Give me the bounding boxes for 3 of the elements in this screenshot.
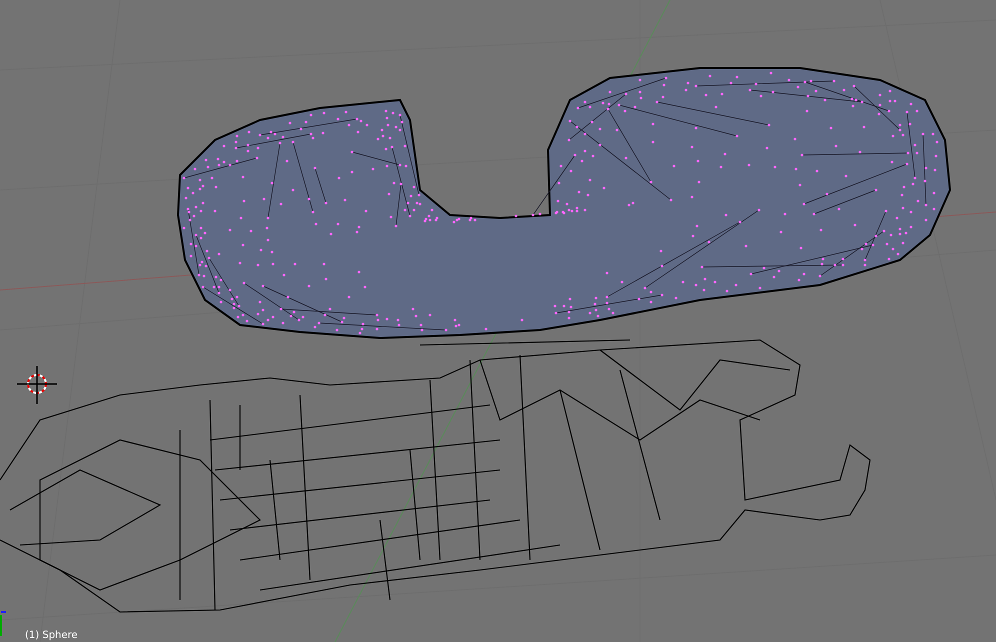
crosshair-icon xyxy=(17,366,57,404)
object-label: (1) Sphere xyxy=(25,629,78,642)
axis-icon xyxy=(0,611,6,636)
